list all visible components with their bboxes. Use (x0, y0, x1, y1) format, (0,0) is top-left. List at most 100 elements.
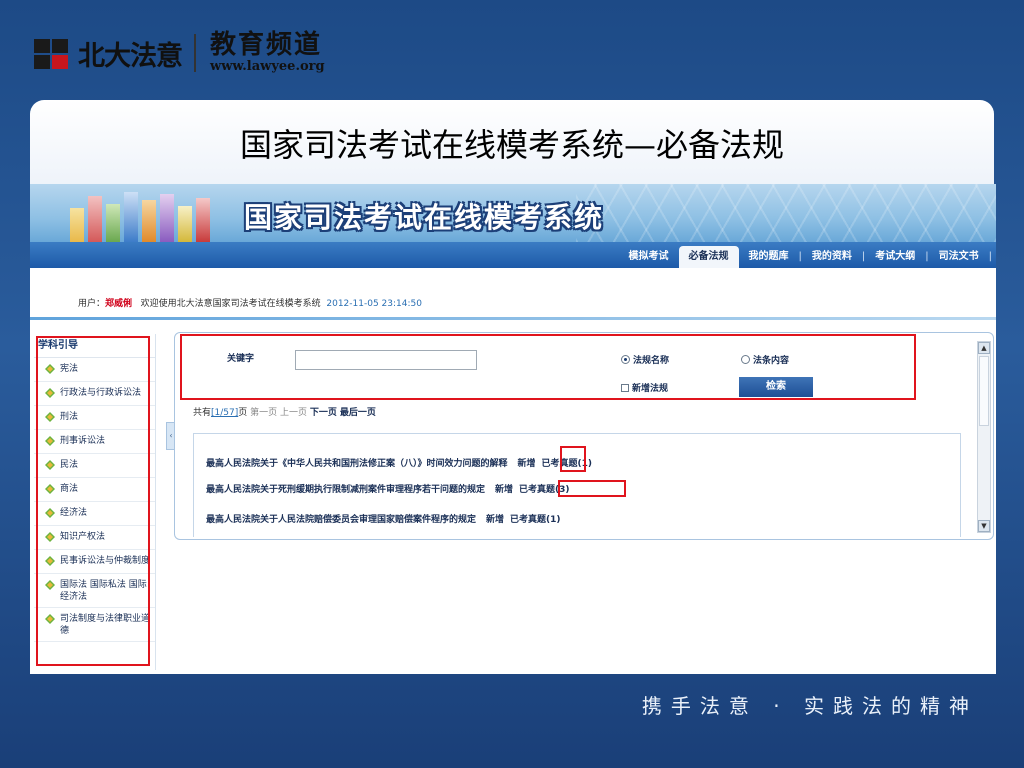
new-laws-checkbox[interactable] (621, 383, 629, 392)
channel-title: 教育频道 (210, 30, 323, 60)
option-article-content-label: 法条内容 (753, 356, 790, 366)
sidebar-item[interactable]: 商法 (34, 478, 155, 502)
result-row[interactable]: 最高人民法院关于人民法院赔偿委员会审理国家赔偿案件程序的规定 新增 已考真题(1) (206, 512, 561, 525)
sidebar-list: 宪法行政法与行政诉讼法 刑法刑事诉讼法民法商法经济法知识产权法民事诉讼法与仲裁制度… (34, 358, 155, 642)
main-nav: 模拟考试 必备法规 我的题库 | 我的资料 | 考试大纲 | 司法文书 | (30, 242, 996, 268)
new-laws-label: 新增法规 (632, 384, 669, 394)
result-new-tag: 新增 (495, 485, 514, 495)
pencils-illustration (60, 188, 250, 242)
sidebar-item-label: 宪法 (60, 364, 79, 374)
bullet-icon (44, 555, 56, 567)
result-row[interactable]: 最高人民法院关于《中华人民共和国刑法修正案（八）》时间效力问题的解释 新增 已考真题… (206, 456, 592, 469)
slide-title: 国家司法考试在线模考系统—必备法规 (239, 126, 784, 164)
results-list: 最高人民法院关于《中华人民共和国刑法修正案（八）》时间效力问题的解释 新增 已考真题… (193, 433, 961, 537)
slide-title-card: 国家司法考试在线模考系统—必备法规 (30, 100, 994, 186)
bullet-icon (44, 459, 56, 471)
footer-slogan: 携手法意 · 实践法的精神 (641, 694, 978, 718)
sidebar-item-label: 刑法 (60, 412, 79, 422)
app-screenshot: 国家司法考试在线模考系统 模拟考试 必备法规 我的题库 | 我的资料 | 考试大… (30, 184, 996, 674)
result-new-tag: 新增 (486, 515, 505, 525)
nav-legal-documents[interactable]: 司法文书 (929, 246, 989, 268)
app-banner: 国家司法考试在线模考系统 (30, 184, 996, 242)
bullet-icon (44, 579, 56, 591)
sidebar-item[interactable]: 民事诉讼法与仲裁制度 (34, 550, 155, 574)
result-exam-count[interactable]: 已考真题(3) (519, 485, 570, 495)
sidebar-item-label: 刑事诉讼法 (60, 436, 106, 446)
bullet-icon (44, 507, 56, 519)
result-title[interactable]: 最高人民法院关于《中华人民共和国刑法修正案（八）》时间效力问题的解释 (206, 459, 508, 469)
subject-sidebar: 学科引导 宪法行政法与行政诉讼法 刑法刑事诉讼法民法商法经济法知识产权法民事诉讼法… (34, 334, 156, 670)
user-info: 用户：郑威俐 欢迎使用北大法意国家司法考试在线模考系统 2012-11-05 2… (78, 296, 422, 309)
pager-suffix: 页 (238, 408, 248, 418)
bullet-icon (44, 363, 56, 375)
bullet-icon (44, 613, 56, 625)
new-laws-filter[interactable]: 新增法规 (621, 381, 668, 394)
panel-scrollbar[interactable]: ▲ ▼ (977, 341, 991, 533)
user-label: 用户： (78, 299, 106, 309)
banner-title: 国家司法考试在线模考系统 (244, 201, 605, 234)
sidebar-heading: 学科引导 (34, 334, 155, 358)
sidebar-item[interactable]: 国际法 国际私法 国际经济法 (34, 574, 155, 608)
divider (30, 317, 996, 320)
bullet-icon (44, 411, 56, 423)
pager-prefix: 共有 (193, 408, 212, 418)
option-article-content[interactable]: 法条内容 (741, 353, 789, 366)
pagination: 共有[1/57]页 第一页 上一页 下一页 最后一页 (193, 405, 376, 418)
sidebar-item-label: 行政法与行政诉讼法 (60, 388, 142, 398)
sidebar-item[interactable]: 刑事诉讼法 (34, 430, 155, 454)
law-search-panel: 关键字 法规名称 法条内容 新增法规 检索 共有[1/57]页 第一页 上一页 … (174, 332, 994, 540)
sidebar-item-label: 商法 (60, 484, 79, 494)
nav-my-question-bank[interactable]: 我的题库 (739, 246, 799, 268)
result-title[interactable]: 最高人民法院关于人民法院赔偿委员会审理国家赔偿案件程序的规定 (206, 515, 476, 525)
brand-header: 北大法意 教育频道 www.lawyee.org (34, 28, 325, 78)
result-new-tag: 新增 (517, 459, 536, 469)
bullet-icon (44, 387, 56, 399)
next-page-link[interactable]: 下一页 (310, 408, 337, 418)
result-exam-count[interactable]: 已考真题(1) (510, 515, 561, 525)
nav-separator: | (988, 251, 992, 262)
option-law-name-label: 法规名称 (633, 356, 670, 366)
radio-article-content[interactable] (741, 355, 750, 364)
bullet-icon (44, 483, 56, 495)
scroll-down-icon[interactable]: ▼ (978, 520, 990, 532)
result-exam-count[interactable]: 已考真题(1) (542, 459, 593, 469)
welcome-text: 欢迎使用北大法意国家司法考试在线模考系统 (140, 299, 321, 309)
search-form: 关键字 法规名称 法条内容 新增法规 检索 (181, 337, 917, 401)
nav-exam-outline[interactable]: 考试大纲 (865, 246, 925, 268)
hex-pattern (576, 184, 996, 242)
search-button[interactable]: 检索 (739, 377, 813, 397)
keyword-label: 关键字 (227, 354, 255, 364)
scroll-thumb[interactable] (979, 356, 989, 426)
sidebar-item-label: 民法 (60, 460, 79, 470)
sidebar-item[interactable]: 经济法 (34, 502, 155, 526)
scroll-up-icon[interactable]: ▲ (978, 342, 990, 354)
bullet-icon (44, 435, 56, 447)
channel-url: www.lawyee.org (210, 59, 325, 74)
lawyee-logo-icon (34, 35, 72, 71)
sidebar-item[interactable]: 宪法 (34, 358, 155, 382)
nav-required-laws[interactable]: 必备法规 (678, 246, 739, 268)
result-title[interactable]: 最高人民法院关于死刑缓期执行限制减刑案件审理程序若干问题的规定 (206, 485, 485, 495)
sidebar-item[interactable]: 司法制度与法律职业道德 (34, 608, 155, 642)
user-name: 郑威俐 (105, 299, 133, 309)
sidebar-item[interactable]: 民法 (34, 454, 155, 478)
sidebar-item-label: 知识产权法 (60, 532, 106, 542)
radio-law-name[interactable] (621, 355, 630, 364)
sidebar-item[interactable]: 知识产权法 (34, 526, 155, 550)
sidebar-item[interactable]: 行政法与行政诉讼法 (34, 382, 155, 406)
sidebar-item[interactable]: 刑法 (34, 406, 155, 430)
sidebar-item-label: 司法制度与法律职业道德 (60, 614, 151, 636)
login-timestamp: 2012-11-05 23:14:50 (326, 299, 422, 309)
sidebar-item-label: 国际法 国际私法 国际经济法 (60, 580, 147, 602)
bullet-icon (44, 531, 56, 543)
user-bar: 用户：郑威俐 欢迎使用北大法意国家司法考试在线模考系统 2012-11-05 2… (30, 268, 996, 324)
result-row[interactable]: 最高人民法院关于死刑缓期执行限制减刑案件审理程序若干问题的规定 新增 已考真题(3) (206, 482, 570, 495)
page-info-link[interactable]: [1/57] (211, 408, 238, 418)
first-page-link: 第一页 (250, 408, 278, 418)
brand-divider (194, 34, 196, 72)
nav-mock-exam[interactable]: 模拟考试 (619, 246, 679, 268)
nav-my-materials[interactable]: 我的资料 (802, 246, 862, 268)
option-law-name[interactable]: 法规名称 (621, 353, 669, 366)
keyword-input[interactable] (295, 350, 477, 370)
last-page-link[interactable]: 最后一页 (340, 408, 376, 418)
